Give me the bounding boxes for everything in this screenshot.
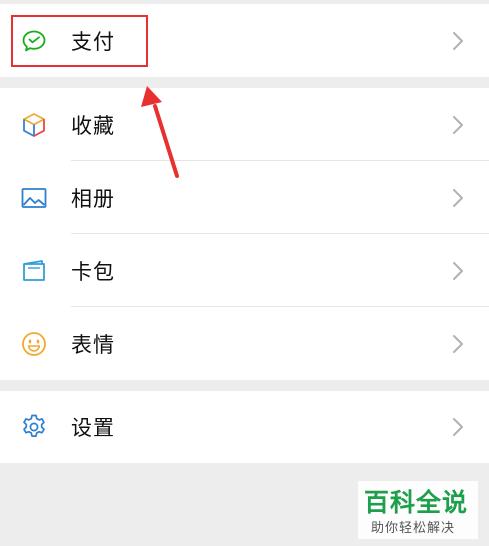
album-picture-icon — [20, 184, 48, 212]
menu-group-main: 收藏 相册 卡包 表情 — [0, 88, 489, 380]
menu-item-stickers[interactable]: 表情 — [0, 307, 489, 380]
menu-item-label: 收藏 — [71, 113, 115, 138]
chevron-right-icon — [451, 114, 465, 136]
menu-item-label: 设置 — [71, 416, 115, 440]
chevron-right-icon — [451, 187, 465, 209]
menu-group-settings: 设置 — [0, 391, 489, 463]
menu-item-label: 相册 — [71, 186, 115, 211]
menu-item-settings[interactable]: 设置 — [0, 391, 489, 463]
smiley-sticker-icon — [20, 330, 48, 358]
menu-item-label: 表情 — [71, 332, 115, 357]
favorites-cube-icon — [20, 111, 48, 139]
watermark-title: 百科全说 — [364, 488, 469, 517]
chevron-right-icon — [451, 416, 465, 438]
chevron-right-icon — [451, 333, 465, 355]
chevron-right-icon — [451, 30, 465, 52]
watermark-subtitle: 助你轻松解决 — [371, 521, 456, 536]
menu-item-label: 卡包 — [71, 259, 115, 284]
chevron-right-icon — [451, 260, 465, 282]
gear-settings-icon — [20, 413, 48, 441]
card-wallet-icon — [20, 257, 48, 285]
menu-item-favorites[interactable]: 收藏 — [0, 88, 489, 161]
menu-item-cards[interactable]: 卡包 — [0, 234, 489, 307]
watermark-logo: 百科全说 助你轻松解决 — [358, 481, 478, 539]
menu-item-album[interactable]: 相册 — [0, 161, 489, 234]
highlight-box — [11, 15, 148, 67]
